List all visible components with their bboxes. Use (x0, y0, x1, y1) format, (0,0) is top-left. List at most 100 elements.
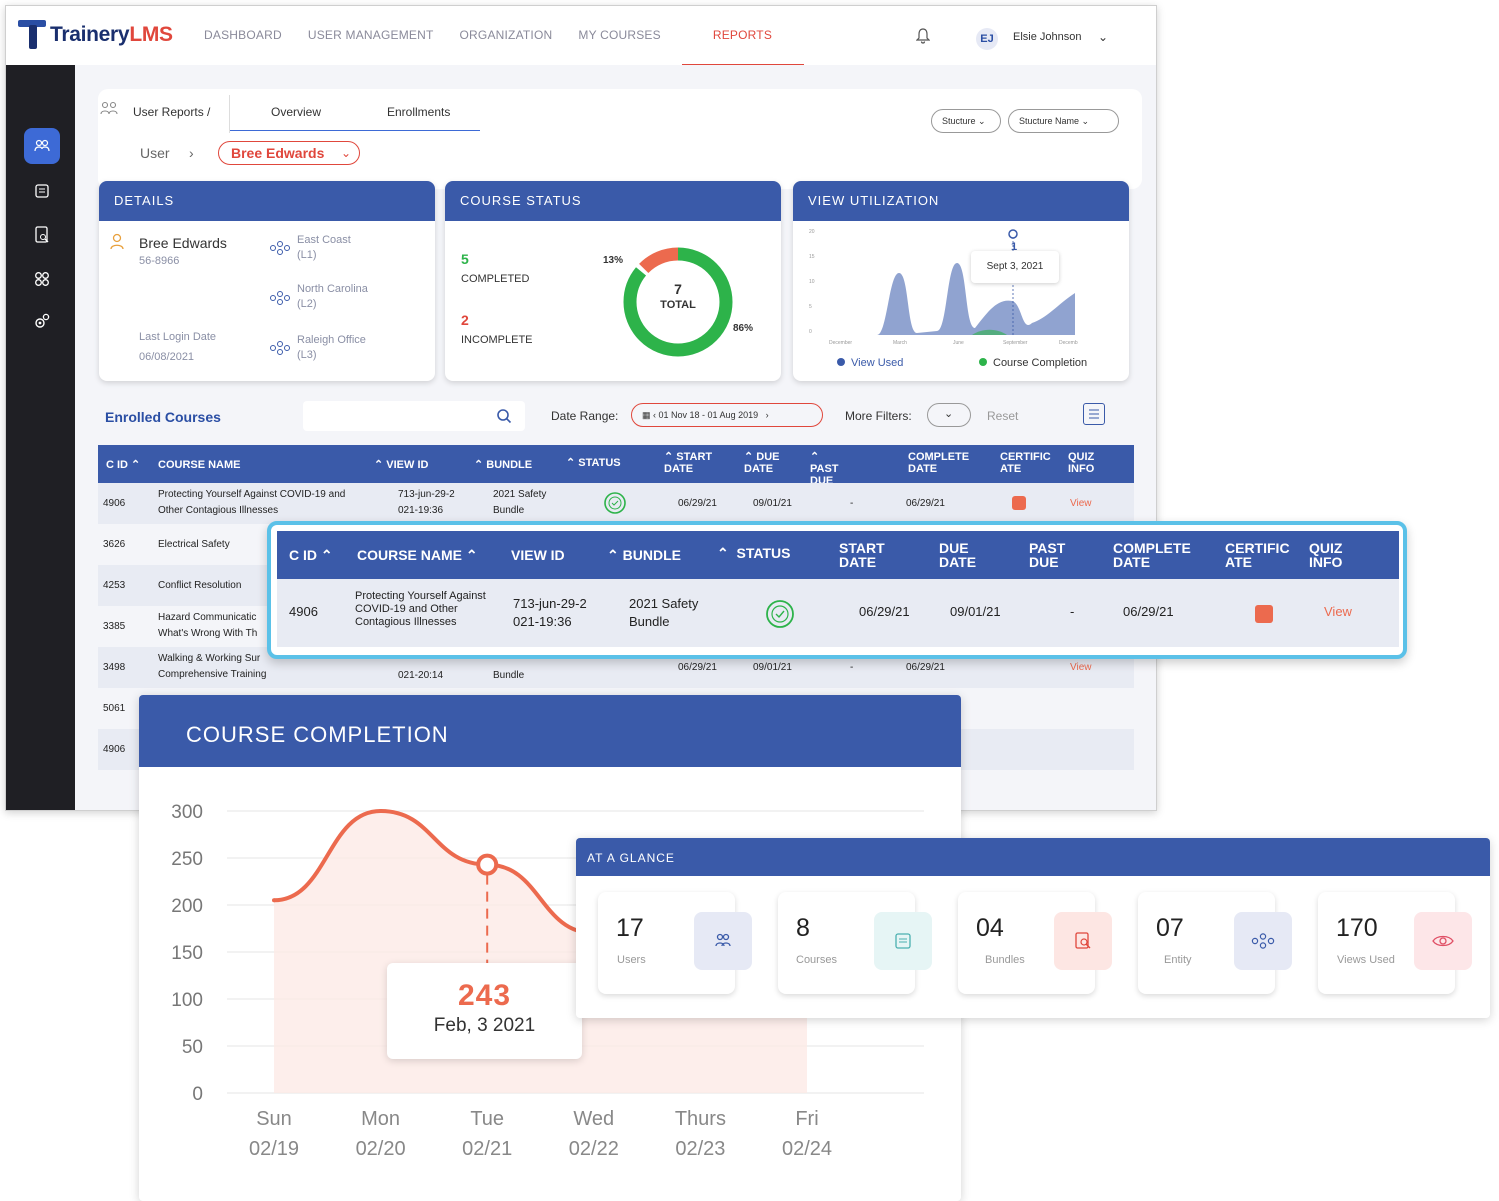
cell-id: 4253 (103, 580, 126, 591)
table-row[interactable]: 4906 Protecting Yourself Against COVID-1… (277, 579, 1399, 647)
table-row[interactable]: 4906 Protecting Yourself Against COVID-1… (98, 483, 1134, 524)
x-tick-day: Wed (573, 1108, 614, 1130)
location-l2[interactable]: North Carolina (L2) (297, 282, 368, 312)
list-view-icon[interactable] (1083, 403, 1105, 425)
nav-user-management[interactable]: USER MANAGEMENT (308, 28, 434, 42)
x-tick-day: Fri (795, 1108, 818, 1130)
glance-card-users[interactable]: 17 Users (598, 892, 752, 994)
pct-complete: 86% (733, 323, 754, 334)
completion-tooltip: 243 Feb, 3 2021 (387, 963, 582, 1059)
col-course-name[interactable]: COURSE NAME (158, 459, 241, 471)
glance-card-courses[interactable]: 8 Courses (778, 892, 932, 994)
total-count: 7 (674, 281, 682, 297)
more-filters-dropdown[interactable]: ⌄ (927, 403, 971, 427)
location-l1[interactable]: East Coast (L1) (297, 233, 351, 263)
at-a-glance-card: AT A GLANCE 17 Users 8 Courses 04 Bundles 07 En… (576, 838, 1490, 1018)
nav-organization[interactable]: ORGANIZATION (460, 28, 553, 42)
view-utilization-title: VIEW UTILIZATION (793, 181, 1129, 221)
calendar-icon: ▦ (642, 410, 651, 420)
breadcrumb[interactable]: User Reports / (133, 105, 210, 119)
nav-dashboard[interactable]: DASHBOARD (204, 28, 282, 42)
last-login-date: 06/08/2021 (139, 351, 195, 363)
nav-reports[interactable]: REPORTS (713, 28, 772, 42)
search-input[interactable] (303, 401, 525, 431)
y-tick: 0 (809, 329, 812, 335)
col-bundle[interactable]: ⌃ BUNDLE (474, 459, 532, 471)
x-tick-date: 02/23 (675, 1138, 725, 1160)
col-past-due[interactable]: ⌃ PAST DUE (810, 451, 850, 487)
glance-card-entity[interactable]: 07 Entity (1138, 892, 1292, 994)
structure-name-dropdown[interactable]: Stucture Name ⌄ (1008, 109, 1119, 133)
col-cid[interactable]: C ID ⌃ (289, 548, 333, 562)
y-tick: 5 (809, 304, 812, 310)
grid-icon (35, 272, 49, 286)
main-nav: DASHBOARD USER MANAGEMENT ORGANIZATION M… (204, 28, 798, 42)
tab-overview[interactable]: Overview (271, 105, 321, 119)
col-view-id[interactable]: ⌃ VIEW ID (374, 459, 428, 471)
col-status[interactable]: ⌃ STATUS (717, 546, 790, 560)
x-tick-day: Tue (470, 1108, 504, 1130)
avatar[interactable]: EJ (976, 28, 998, 50)
x-tick: Decemb (1059, 340, 1078, 346)
col-quiz-info[interactable]: QUIZ INFO (1068, 451, 1108, 475)
search-icon[interactable] (496, 408, 512, 424)
col-due-date[interactable]: ⌃ DUE DATE (744, 451, 794, 475)
col-certificate[interactable]: CERTIFIC ATE (1000, 451, 1060, 475)
col-due-date[interactable]: DUE DATE (939, 541, 999, 569)
col-cid[interactable]: C ID ⌃ (106, 459, 140, 471)
chevron-down-icon: ⌄ (340, 146, 351, 160)
sidebar-item-users[interactable] (24, 128, 60, 164)
col-bundle[interactable]: ⌃ BUNDLE (607, 548, 681, 562)
x-tick: March (893, 340, 907, 346)
tab-enrollments[interactable]: Enrollments (387, 105, 450, 119)
col-quiz-info[interactable]: QUIZ INFO (1309, 541, 1351, 569)
users-icon (100, 101, 118, 115)
last-login-label: Last Login Date (139, 331, 217, 343)
sidebar-item-apps[interactable] (24, 261, 60, 297)
certificate-icon[interactable] (1255, 605, 1273, 623)
col-complete-date[interactable]: COMPLETE DATE (908, 451, 978, 475)
glance-value: 17 (616, 914, 644, 942)
col-past-due[interactable]: PAST DUE (1029, 541, 1079, 569)
glance-label: Courses (796, 954, 837, 966)
cell-course-name: Protecting Yourself Against COVID-19 and… (158, 489, 346, 516)
quiz-view-link[interactable]: View (1070, 496, 1092, 512)
courses-icon (874, 912, 932, 970)
col-start-date[interactable]: ⌃ START DATE (664, 451, 714, 475)
bell-icon[interactable] (916, 28, 930, 44)
y-tick-label: 250 (171, 849, 203, 870)
cell-start-date: 06/29/21 (678, 662, 717, 673)
sidebar-item-settings[interactable] (24, 303, 60, 339)
y-tick: 15 (809, 254, 815, 260)
at-a-glance-title: AT A GLANCE (576, 838, 1490, 876)
cell-complete-date: 06/29/21 (906, 662, 945, 673)
date-range-picker[interactable]: ▦ ‹ 01 Nov 18 - 01 Aug 2019 › (631, 403, 823, 427)
logo[interactable]: TraineryLMS (18, 20, 173, 50)
col-view-id[interactable]: VIEW ID (511, 548, 565, 562)
col-status[interactable]: ⌃ STATUS (566, 457, 621, 469)
quiz-view-link[interactable]: View (1324, 604, 1352, 620)
sidebar-item-reports[interactable] (24, 217, 60, 253)
col-start-date[interactable]: START DATE (839, 541, 919, 569)
user-name[interactable]: Elsie Johnson (1013, 31, 1082, 43)
x-tick-date: 02/20 (356, 1138, 406, 1160)
users-icon (694, 912, 752, 970)
col-complete-date[interactable]: COMPLETE DATE (1113, 541, 1203, 569)
y-tick-label: 50 (182, 1037, 203, 1058)
book-icon (35, 184, 49, 198)
col-certificate[interactable]: CERTIFIC ATE (1225, 541, 1295, 569)
quiz-view-link[interactable]: View (1070, 660, 1092, 676)
glance-card-views-used[interactable]: 170 Views Used (1318, 892, 1472, 994)
tab-underline (230, 130, 480, 131)
location-l3[interactable]: Raleigh Office (L3) (297, 333, 366, 363)
check-circle-icon (604, 492, 626, 514)
glance-card-bundles[interactable]: 04 Bundles (958, 892, 1112, 994)
nav-my-courses[interactable]: MY COURSES (578, 28, 660, 42)
cell-course-name: Electrical Safety (158, 539, 230, 550)
col-course-name[interactable]: COURSE NAME ⌃ (357, 548, 478, 562)
chevron-down-icon[interactable]: ⌄ (1098, 30, 1108, 44)
user-select-dropdown[interactable]: Bree Edwards ⌄ (218, 141, 360, 165)
sidebar-item-courses[interactable] (24, 173, 60, 209)
reset-button[interactable]: Reset (987, 409, 1018, 423)
structure-dropdown[interactable]: Stucture ⌄ (931, 109, 1001, 133)
